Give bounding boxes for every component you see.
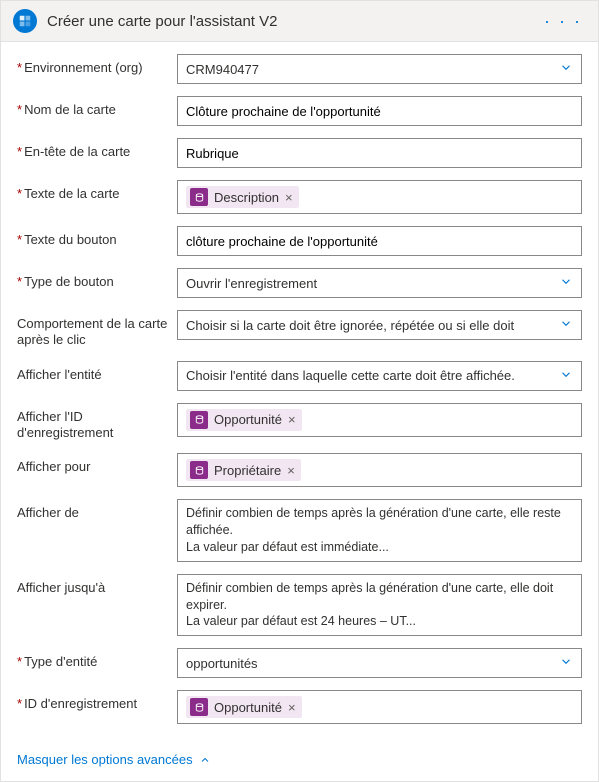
card-header-input[interactable] (186, 146, 573, 161)
label-button-type: *Type de bouton (17, 268, 177, 290)
chevron-down-icon (559, 61, 573, 78)
label-record-id: *ID d'enregistrement (17, 690, 177, 712)
button-type-value: Ouvrir l'enregistrement (186, 276, 317, 291)
card-text-field[interactable]: Description × (177, 180, 582, 214)
row-env: *Environnement (org) CRM940477 (17, 54, 582, 84)
panel-header: Créer une carte pour l'assistant V2 · · … (1, 1, 598, 42)
entity-type-value: opportunités (186, 656, 258, 671)
token-description: Description × (186, 186, 299, 208)
assistant-card-panel: Créer une carte pour l'assistant V2 · · … (0, 0, 599, 782)
row-display-until: Afficher jusqu'à Définir combien de temp… (17, 574, 582, 637)
row-display-from: Afficher de Définir combien de temps apr… (17, 499, 582, 562)
row-after-click: Comportement de la carte après le clic C… (17, 310, 582, 349)
token-remove-icon[interactable]: × (288, 700, 296, 715)
display-until-line1: Définir combien de temps après la généra… (186, 580, 573, 614)
card-name-input[interactable] (186, 104, 573, 119)
card-name-input-wrap (177, 96, 582, 126)
display-from-line1: Définir combien de temps après la généra… (186, 505, 573, 539)
label-entity-type: *Type d'entité (17, 648, 177, 670)
row-record-id: *ID d'enregistrement Opportunité × (17, 690, 582, 724)
after-click-select[interactable]: Choisir si la carte doit être ignorée, r… (177, 310, 582, 340)
row-display-for: Afficher pour Propriétaire × (17, 453, 582, 487)
display-from-field[interactable]: Définir combien de temps après la généra… (177, 499, 582, 562)
display-entity-placeholder: Choisir l'entité dans laquelle cette car… (186, 368, 515, 383)
token-label: Opportunité (214, 700, 282, 715)
token-label: Description (214, 190, 279, 205)
row-display-record-id: Afficher l'ID d'enregistrement Opportuni… (17, 403, 582, 442)
card-header-input-wrap (177, 138, 582, 168)
entity-type-select[interactable]: opportunités (177, 648, 582, 678)
display-for-field[interactable]: Propriétaire × (177, 453, 582, 487)
row-card-text: *Texte de la carte Description × (17, 180, 582, 214)
env-value: CRM940477 (186, 62, 259, 77)
label-display-record-id: Afficher l'ID d'enregistrement (17, 403, 177, 442)
token-remove-icon[interactable]: × (287, 463, 295, 478)
label-card-name: *Nom de la carte (17, 96, 177, 118)
token-remove-icon[interactable]: × (285, 190, 293, 205)
row-button-type: *Type de bouton Ouvrir l'enregistrement (17, 268, 582, 298)
display-entity-select[interactable]: Choisir l'entité dans laquelle cette car… (177, 361, 582, 391)
env-select[interactable]: CRM940477 (177, 54, 582, 84)
advanced-options-toggle[interactable]: Masquer les options avancées (1, 752, 211, 767)
row-card-name: *Nom de la carte (17, 96, 582, 126)
dynamics-icon (190, 698, 208, 716)
label-display-entity: Afficher l'entité (17, 361, 177, 383)
chevron-down-icon (559, 655, 573, 672)
after-click-placeholder: Choisir si la carte doit être ignorée, r… (186, 318, 514, 333)
chevron-down-icon (559, 367, 573, 384)
label-display-from: Afficher de (17, 499, 177, 521)
app-icon (13, 9, 37, 33)
panel-title: Créer une carte pour l'assistant V2 (47, 13, 540, 30)
label-display-until: Afficher jusqu'à (17, 574, 177, 596)
display-until-line2: La valeur par défaut est 24 heures – UT.… (186, 613, 573, 630)
dynamics-icon (190, 411, 208, 429)
row-card-header: *En-tête de la carte (17, 138, 582, 168)
display-record-id-field[interactable]: Opportunité × (177, 403, 582, 437)
dynamics-icon (190, 461, 208, 479)
label-display-for: Afficher pour (17, 453, 177, 475)
display-until-field[interactable]: Définir combien de temps après la généra… (177, 574, 582, 637)
row-display-entity: Afficher l'entité Choisir l'entité dans … (17, 361, 582, 391)
chevron-up-icon (199, 754, 211, 766)
label-env: *Environnement (org) (17, 54, 177, 76)
token-opportunity-2: Opportunité × (186, 696, 302, 718)
token-remove-icon[interactable]: × (288, 412, 296, 427)
token-owner: Propriétaire × (186, 459, 301, 481)
chevron-down-icon (559, 275, 573, 292)
token-label: Opportunité (214, 412, 282, 427)
button-text-input-wrap (177, 226, 582, 256)
record-id-field[interactable]: Opportunité × (177, 690, 582, 724)
dynamics-icon (190, 188, 208, 206)
label-after-click: Comportement de la carte après le clic (17, 310, 177, 349)
label-card-text: *Texte de la carte (17, 180, 177, 202)
row-entity-type: *Type d'entité opportunités (17, 648, 582, 678)
chevron-down-icon (559, 317, 573, 334)
button-type-select[interactable]: Ouvrir l'enregistrement (177, 268, 582, 298)
button-text-input[interactable] (186, 234, 573, 249)
display-from-line2: La valeur par défaut est immédiate... (186, 539, 573, 556)
label-card-header: *En-tête de la carte (17, 138, 177, 160)
token-label: Propriétaire (214, 463, 281, 478)
panel-body: *Environnement (org) CRM940477 *Nom de l… (1, 42, 598, 752)
more-menu-icon[interactable]: · · · (540, 11, 586, 32)
token-opportunity: Opportunité × (186, 409, 302, 431)
label-button-text: *Texte du bouton (17, 226, 177, 248)
advanced-toggle-label: Masquer les options avancées (17, 752, 193, 767)
row-button-text: *Texte du bouton (17, 226, 582, 256)
